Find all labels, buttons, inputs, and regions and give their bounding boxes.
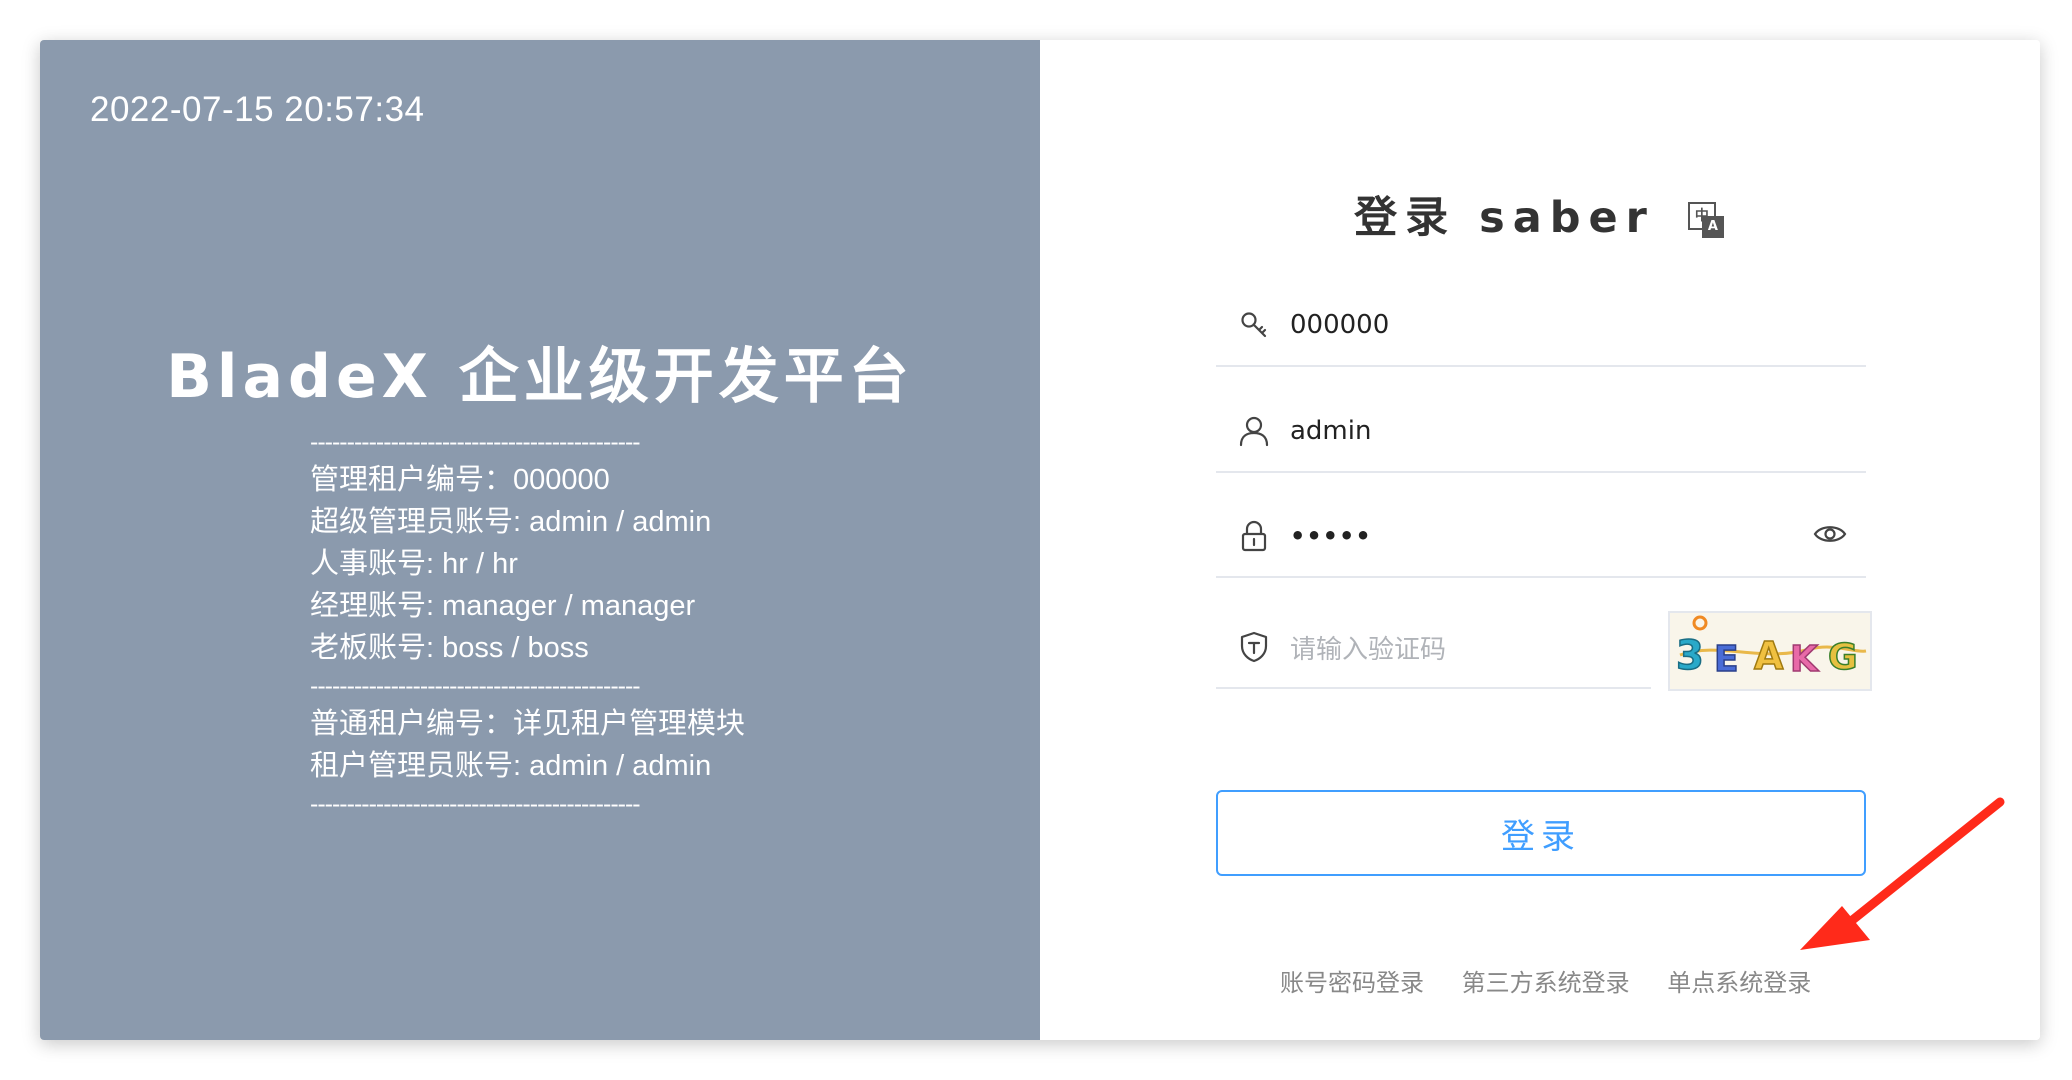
lock-icon: [1234, 516, 1274, 556]
link-password-login[interactable]: 账号密码登录: [1280, 969, 1424, 997]
lang-icon-bottom: A: [1701, 215, 1724, 238]
account-info: ----------------------------------------…: [310, 425, 745, 821]
password-field[interactable]: •••••: [1216, 496, 1866, 578]
login-method-links: 账号密码登录 第三方系统登录 单点系统登录: [1280, 963, 1841, 998]
eye-icon[interactable]: [1812, 516, 1848, 552]
captcha-input[interactable]: 请输入验证码: [1290, 629, 1651, 666]
info-line: 租户管理员账号: admin / admin: [310, 750, 712, 782]
shield-icon: [1234, 627, 1274, 667]
datetime-display: 2022-07-15 20:57:34: [90, 90, 425, 129]
username-field[interactable]: admin: [1216, 391, 1866, 473]
login-title: 登录 saber 中 A: [1040, 183, 2040, 245]
tenant-field[interactable]: 000000: [1216, 285, 1866, 367]
brand-title: BladeX 企业级开发平台: [166, 342, 914, 412]
captcha-char-5: G: [1828, 637, 1858, 678]
username-input[interactable]: admin: [1290, 416, 1866, 446]
captcha-image[interactable]: 3 E A K G: [1668, 611, 1872, 691]
separator: ----------------------------------------…: [310, 672, 641, 700]
separator: ----------------------------------------…: [310, 790, 641, 818]
annotation-arrow-icon: [1800, 797, 2005, 950]
info-panel: 2022-07-15 20:57:34 BladeX 企业级开发平台 -----…: [40, 40, 1040, 1040]
language-switch-icon[interactable]: 中 A: [1687, 201, 1726, 240]
info-line: 管理租户编号：000000: [310, 464, 610, 496]
info-line: 超级管理员账号: admin / admin: [310, 506, 712, 538]
login-title-text: 登录 saber: [1354, 193, 1655, 243]
separator: ----------------------------------------…: [310, 428, 641, 456]
key-icon: [1234, 305, 1274, 345]
captcha-char-3: A: [1754, 634, 1784, 678]
captcha-char-2: E: [1714, 639, 1739, 680]
captcha-char-1: 3: [1676, 633, 1704, 679]
info-line: 经理账号: manager / manager: [310, 590, 696, 622]
captcha-char-4: K: [1790, 639, 1819, 680]
link-third-party-login[interactable]: 第三方系统登录: [1462, 969, 1630, 997]
captcha-field[interactable]: 请输入验证码: [1216, 607, 1651, 689]
info-line: 人事账号: hr / hr: [310, 548, 518, 580]
tenant-input[interactable]: 000000: [1290, 310, 1866, 340]
login-card: 2022-07-15 20:57:34 BladeX 企业级开发平台 -----…: [40, 40, 2040, 1040]
user-icon: [1234, 411, 1274, 451]
password-input[interactable]: •••••: [1290, 522, 1866, 550]
login-button[interactable]: 登录: [1216, 790, 1866, 876]
info-line: 老板账号: boss / boss: [310, 632, 589, 664]
info-line: 普通租户编号：详见租户管理模块: [310, 708, 746, 740]
link-sso-login[interactable]: 单点系统登录: [1667, 969, 1811, 997]
